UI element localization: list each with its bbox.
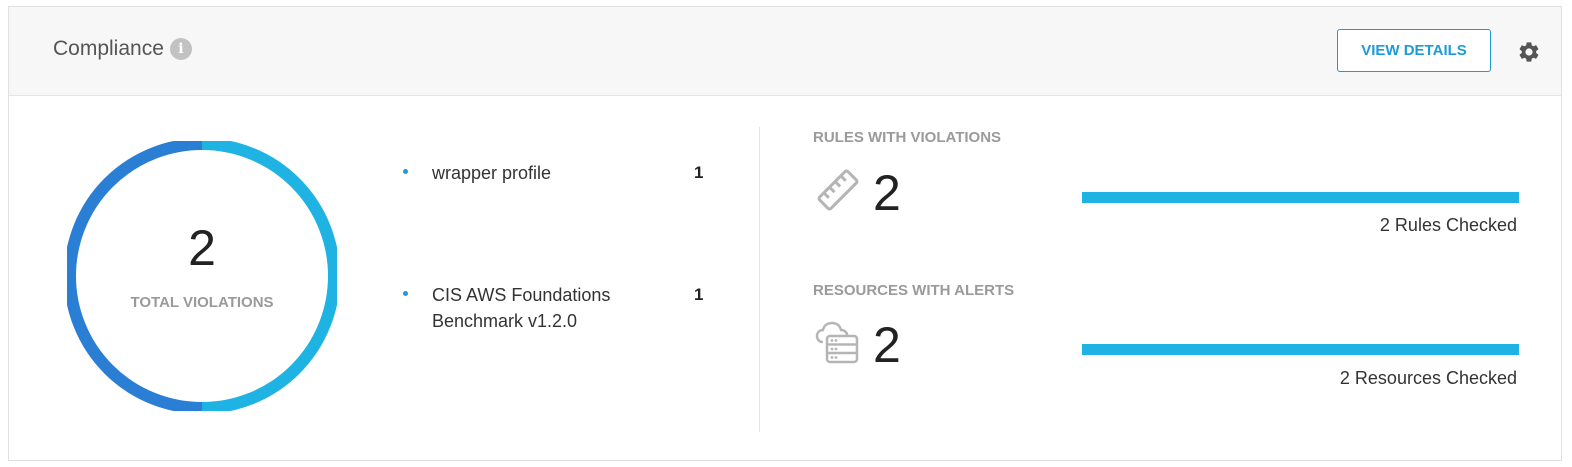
gear-icon[interactable] xyxy=(1517,40,1541,64)
compliance-card: Compliance i VIEW DETAILS 2 TOTAL VIOLAT… xyxy=(8,6,1562,461)
ruler-icon xyxy=(817,169,859,211)
resources-with-alerts-value: 2 xyxy=(873,317,901,373)
profile-violation-count: 1 xyxy=(694,163,704,182)
rules-checked-bar xyxy=(1082,192,1519,203)
info-icon[interactable]: i xyxy=(169,38,192,60)
total-violations-label: TOTAL VIOLATIONS xyxy=(130,294,274,311)
resources-with-alerts-label: RESOURCES WITH ALERTS xyxy=(813,282,1015,299)
card-title-text: Compliance xyxy=(53,37,164,60)
cloud-server-icon xyxy=(815,321,859,364)
rules-with-violations-label: RULES WITH VIOLATIONS xyxy=(813,129,1002,146)
profile-violation-count: 1 xyxy=(694,285,704,304)
total-violations-value: 2 xyxy=(188,220,216,276)
rules-with-violations-value: 2 xyxy=(873,165,901,221)
bullet-icon xyxy=(403,291,408,296)
view-details-button[interactable]: VIEW DETAILS xyxy=(1337,29,1491,72)
resources-checked-bar xyxy=(1082,344,1519,355)
profile-name: wrapper profile xyxy=(432,163,552,183)
card-title: Compliance i xyxy=(53,37,192,61)
bullet-icon xyxy=(403,169,408,174)
rules-checked-text: 2 Rules Checked xyxy=(1379,215,1517,235)
card-header: Compliance i VIEW DETAILS xyxy=(9,7,1561,96)
section-divider xyxy=(759,127,760,432)
resources-checked-text: 2 Resources Checked xyxy=(1339,368,1517,388)
profile-name: CIS AWS Foundations Benchmark v1.2.0 xyxy=(432,285,611,331)
